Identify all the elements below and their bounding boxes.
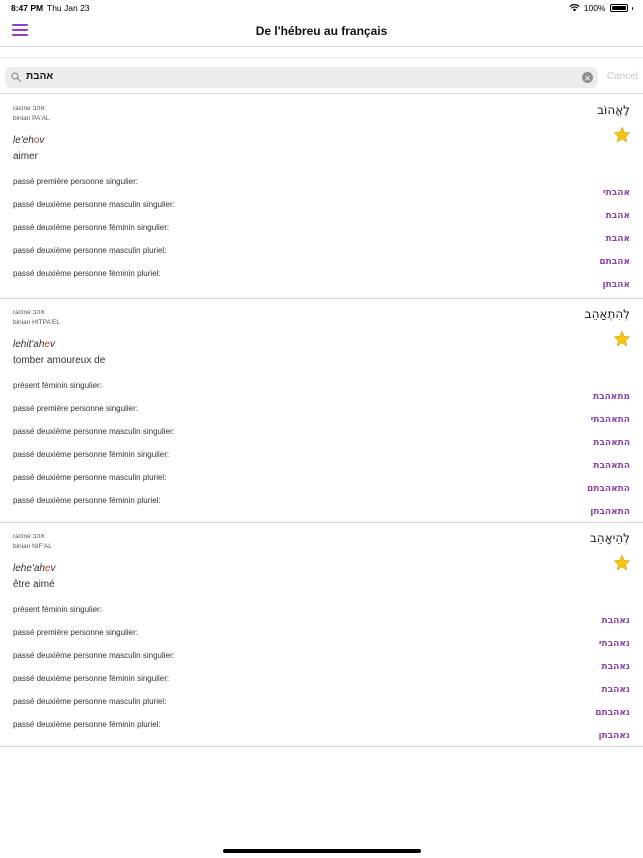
- search-icon: [11, 72, 21, 82]
- root-label: racine אהב: [13, 533, 45, 540]
- form-value: אהבת: [605, 211, 630, 221]
- favorite-star-icon[interactable]: [613, 554, 631, 572]
- entry-meta: racine אהב binian NIF'AL: [13, 532, 52, 552]
- form-label: passé deuxième personne féminin pluriel:: [13, 496, 161, 505]
- status-indicators: 100%: [569, 3, 633, 13]
- form-label: passé première personne singulier:: [13, 177, 138, 186]
- meaning: être aimé: [13, 579, 55, 590]
- results-list: racine אהב binian PA'AL לֶאֱהוֹב le'ehov…: [0, 95, 643, 747]
- form-label: passé deuxième personne masculin singuli…: [13, 200, 175, 209]
- form-value: התאהבתן: [590, 507, 630, 517]
- form-label: passé deuxième personne masculin pluriel…: [13, 246, 167, 255]
- form-value: אהבתם: [599, 257, 630, 267]
- form-value: נאהבת: [601, 662, 630, 672]
- form-label: passé deuxième personne masculin pluriel…: [13, 473, 167, 482]
- search-value: אהבת: [26, 71, 54, 82]
- binian-label: binian NIF'AL: [13, 543, 52, 550]
- entry-meta: racine אהב binian PA'AL: [13, 104, 50, 124]
- headword: לְהֵיאָהֵב: [589, 531, 630, 545]
- headword: לְהִתְאַהֵב: [584, 307, 630, 321]
- cancel-button[interactable]: Cancel: [607, 71, 638, 82]
- form-value: נאהבתם: [595, 708, 630, 718]
- form-label: passé deuxième personne féminin pluriel:: [13, 269, 161, 278]
- binian-label: binian PA'AL: [13, 115, 50, 122]
- wifi-icon: [569, 4, 580, 12]
- page-title: De l'hébreu au français: [255, 24, 388, 38]
- form-value: אהבת: [605, 234, 630, 244]
- binian-label: binian HITPA'EL: [13, 319, 61, 326]
- status-date: Thu Jan 23: [47, 3, 90, 13]
- meaning: tomber amoureux de: [13, 355, 106, 366]
- battery-icon: [609, 4, 628, 12]
- form-value: התאהבתם: [587, 484, 630, 494]
- form-value: אהבתי: [602, 188, 630, 198]
- home-indicator[interactable]: [223, 849, 421, 853]
- form-label: présent féminin singulier:: [13, 605, 102, 614]
- verb-entry[interactable]: racine אהב binian HITPA'EL לְהִתְאַהֵב l…: [0, 299, 643, 523]
- form-label: passé deuxième personne masculin pluriel…: [13, 697, 167, 706]
- transliteration: le'ehov: [13, 135, 45, 146]
- meaning: aimer: [13, 151, 39, 162]
- verb-entry[interactable]: racine אהב binian PA'AL לֶאֱהוֹב le'ehov…: [0, 95, 643, 299]
- status-time: 8:47 PM: [11, 3, 44, 13]
- form-value: התאהבתי: [590, 415, 630, 425]
- form-label: passé deuxième personne féminin singulie…: [13, 223, 170, 232]
- form-label: passé deuxième personne féminin singulie…: [13, 450, 170, 459]
- status-bar: 8:47 PM Thu Jan 23 100%: [0, 0, 643, 16]
- root-label: racine אהב: [13, 105, 45, 112]
- verb-entry[interactable]: racine אהב binian NIF'AL לְהֵיאָהֵב lehe…: [0, 523, 643, 747]
- favorite-star-icon[interactable]: [613, 126, 631, 144]
- form-label: passé deuxième personne féminin singulie…: [13, 674, 170, 683]
- form-label: passé première personne singulier:: [13, 628, 138, 637]
- clear-icon[interactable]: [582, 72, 593, 83]
- entry-meta: racine אהב binian HITPA'EL: [13, 308, 60, 328]
- form-value: נאהבתן: [598, 731, 630, 741]
- form-label: passé première personne singulier:: [13, 404, 138, 413]
- search-bar: אהבת Cancel: [0, 57, 643, 94]
- form-label: passé deuxième personne masculin singuli…: [13, 651, 175, 660]
- transliteration: lehe'ahev: [13, 563, 56, 574]
- form-value: נאהבת: [601, 616, 630, 626]
- form-label: passé deuxième personne féminin pluriel:: [13, 720, 161, 729]
- nav-bar: De l'hébreu au français: [0, 16, 643, 47]
- headword: לֶאֱהוֹב: [597, 103, 630, 117]
- form-label: passé deuxième personne masculin singuli…: [13, 427, 175, 436]
- search-input[interactable]: אהבת: [5, 67, 598, 88]
- form-value: אהבתן: [602, 280, 630, 290]
- root-label: racine אהב: [13, 309, 45, 316]
- favorite-star-icon[interactable]: [613, 330, 631, 348]
- form-value: מתאהבת: [592, 392, 630, 402]
- form-value: נאהבתי: [598, 639, 630, 649]
- form-label: présent féminin singulier:: [13, 381, 102, 390]
- form-value: נאהבת: [601, 685, 630, 695]
- transliteration: lehit'ahev: [13, 339, 55, 350]
- form-value: התאהבת: [593, 438, 630, 448]
- battery-percent: 100%: [583, 3, 606, 13]
- form-value: התאהבת: [593, 461, 630, 471]
